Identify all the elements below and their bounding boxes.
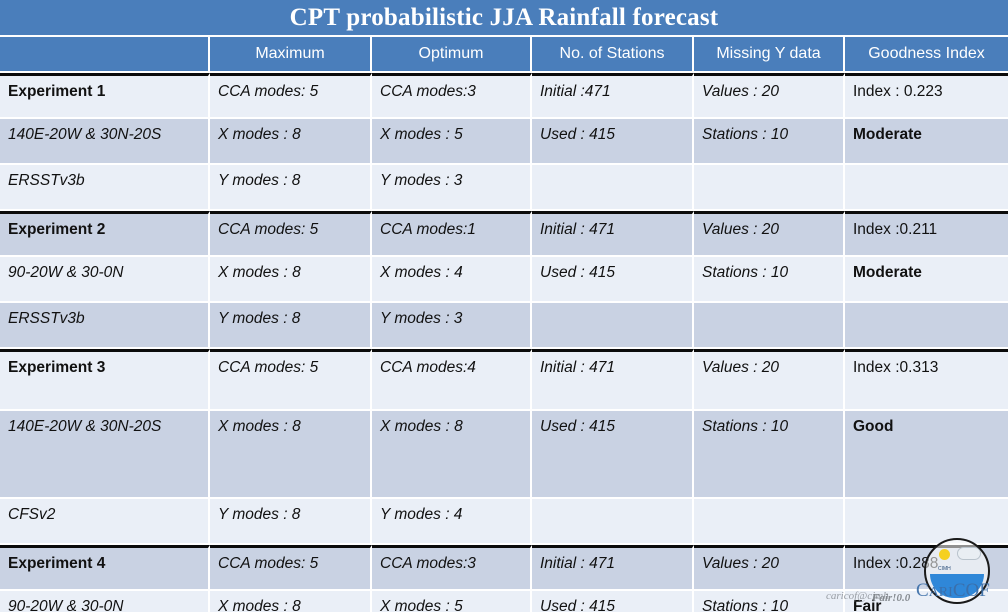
table-cell — [694, 165, 845, 211]
table-row: Experiment 2 CCA modes: 5 CCA modes:1 Initi… — [0, 211, 1008, 257]
table-cell: CCA modes:1 — [372, 211, 532, 257]
column-header-missing-y-data: Missing Y data — [694, 37, 845, 73]
column-header-no-of-stations: No. of Stations — [532, 37, 694, 73]
table-cell — [694, 499, 845, 545]
table-cell — [845, 165, 1008, 211]
table-cell — [532, 165, 694, 211]
table-cell: CCA modes: 5 — [210, 349, 372, 411]
table-row: Experiment 4 CCA modes: 5 CCA modes:3 Initi… — [0, 545, 1008, 591]
table-cell — [532, 303, 694, 349]
table-cell — [694, 303, 845, 349]
table-cell: Y modes : 3 — [372, 165, 532, 211]
table-cell: Stations : 10 — [694, 591, 845, 612]
table-cell: Stations : 10 — [694, 411, 845, 499]
slide-canvas: CPT probabilistic JJA Rainfall forecast … — [0, 0, 1008, 612]
table-cell: CCA modes: 5 — [210, 211, 372, 257]
table-cell: Stations : 10 — [694, 119, 845, 165]
table-row: Experiment 3 CCA modes: 5 CCA modes:4 Initi… — [0, 349, 1008, 411]
table-header: Maximum Optimum No. of Stations Missing … — [0, 37, 1008, 73]
row-label-cell: 90-20W & 30-0N — [0, 257, 210, 303]
table-cell: CCA modes:3 — [372, 73, 532, 119]
column-header-maximum: Maximum — [210, 37, 372, 73]
table-row: 90-20W & 30-0N X modes : 8X modes : 4 Used… — [0, 257, 1008, 303]
slide-title-bar: CPT probabilistic JJA Rainfall forecast — [0, 0, 1008, 35]
table-cell: CCA modes: 5 — [210, 545, 372, 591]
table-cell: Y modes : 8 — [210, 303, 372, 349]
table-cell: Values : 20 — [694, 211, 845, 257]
table-cell: Y modes : 8 — [210, 165, 372, 211]
table-cell: Used : 415 — [532, 119, 694, 165]
table-cell — [845, 303, 1008, 349]
row-label-cell: CFSv2 — [0, 499, 210, 545]
table-cell: X modes : 8 — [210, 591, 372, 612]
table-cell: Initial : 471 — [532, 545, 694, 591]
table-row: ERSSTv3b Y modes : 8Y modes : 3 — [0, 165, 1008, 211]
row-label-cell: 90-20W & 30-0N — [0, 591, 210, 612]
table-cell — [845, 499, 1008, 545]
row-label-cell: ERSSTv3b — [0, 303, 210, 349]
table-cell: Stations : 10 — [694, 257, 845, 303]
table-cell: Values : 20 — [694, 349, 845, 411]
table-cell: Y modes : 4 — [372, 499, 532, 545]
table-cell: X modes : 5 — [372, 591, 532, 612]
table-cell: Index : 0.223 — [845, 73, 1008, 119]
table-cell: Values : 20 — [694, 545, 845, 591]
column-header-optimum: Optimum — [372, 37, 532, 73]
table-cell: Initial : 471 — [532, 349, 694, 411]
table-cell: Good — [845, 411, 1008, 499]
table-row: ERSSTv3b Y modes : 8Y modes : 3 — [0, 303, 1008, 349]
table-cell: Y modes : 3 — [372, 303, 532, 349]
row-label-cell: Experiment 2 — [0, 211, 210, 257]
table-cell: Moderate — [845, 119, 1008, 165]
row-label-cell: Experiment 3 — [0, 349, 210, 411]
table-row: CFSv2 Y modes : 8Y modes : 4 — [0, 499, 1008, 545]
table-row: Experiment 1 CCA modes: 5 CCA modes:3 Initi… — [0, 73, 1008, 119]
table-header-row: Maximum Optimum No. of Stations Missing … — [0, 37, 1008, 73]
table-cell — [532, 499, 694, 545]
table-cell: X modes : 8 — [372, 411, 532, 499]
table-cell: Used : 415 — [532, 257, 694, 303]
table-cell: CCA modes:3 — [372, 545, 532, 591]
forecast-table: Maximum Optimum No. of Stations Missing … — [0, 37, 1008, 612]
table-cell: Index :0.313 — [845, 349, 1008, 411]
table-cell: Index :0.288 — [845, 545, 1008, 591]
table-row: 140E-20W & 30N-20S X modes : 8X modes : 5… — [0, 119, 1008, 165]
page-title: CPT probabilistic JJA Rainfall forecast — [289, 3, 719, 31]
column-header-goodness-index: Goodness Index — [845, 37, 1008, 73]
row-label-cell: 140E-20W & 30N-20S — [0, 411, 210, 499]
table-cell: X modes : 8 — [210, 119, 372, 165]
table-cell: Used : 415 — [532, 411, 694, 499]
table-cell: Initial : 471 — [532, 211, 694, 257]
table-cell: Y modes : 8 — [210, 499, 372, 545]
table-row: 140E-20W & 30N-20S X modes : 8X modes : 8… — [0, 411, 1008, 499]
table-cell: Index :0.211 — [845, 211, 1008, 257]
table-cell: Values : 20 — [694, 73, 845, 119]
row-label-cell: Experiment 1 — [0, 73, 210, 119]
table-cell: X modes : 5 — [372, 119, 532, 165]
table-cell: CCA modes:4 — [372, 349, 532, 411]
table-body: Experiment 1 CCA modes: 5 CCA modes:3 Initi… — [0, 73, 1008, 612]
table-cell: CCA modes: 5 — [210, 73, 372, 119]
row-label-cell: ERSSTv3b — [0, 165, 210, 211]
row-label-cell: 140E-20W & 30N-20S — [0, 119, 210, 165]
table-cell: X modes : 8 — [210, 257, 372, 303]
table-cell: Moderate — [845, 257, 1008, 303]
table-cell: X modes : 8 — [210, 411, 372, 499]
row-label-cell: Experiment 4 — [0, 545, 210, 591]
table-cell: X modes : 4 — [372, 257, 532, 303]
column-header-blank — [0, 37, 210, 73]
table-cell: Initial :471 — [532, 73, 694, 119]
table-cell: Used : 415 — [532, 591, 694, 612]
table-cell: Fair — [845, 591, 1008, 612]
table-row: 90-20W & 30-0N X modes : 8X modes : 5 Used… — [0, 591, 1008, 612]
